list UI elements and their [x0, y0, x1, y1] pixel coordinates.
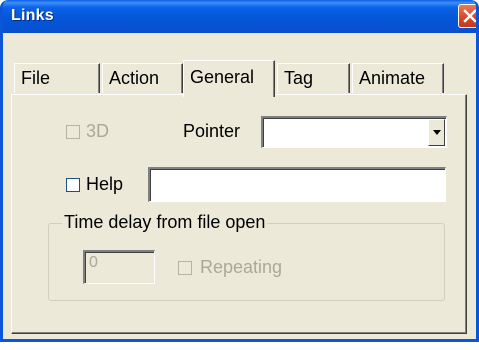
tab-animate[interactable]: Animate	[352, 63, 444, 93]
3d-checkbox[interactable]	[66, 125, 80, 139]
tab-tag[interactable]: Tag	[277, 63, 350, 93]
tab-action-label: Action	[109, 68, 160, 88]
repeating-checkbox[interactable]	[178, 261, 192, 275]
chevron-down-icon	[433, 130, 441, 135]
links-dialog: Links File Action General Tag Animate 3D…	[0, 0, 479, 342]
3d-label: 3D	[86, 121, 110, 141]
repeating-label: Repeating	[200, 257, 283, 277]
help-label: Help	[86, 174, 124, 194]
time-delay-group-label: Time delay from file open	[62, 212, 268, 233]
time-delay-field[interactable]: 0	[83, 250, 155, 284]
tab-general[interactable]: General	[183, 60, 275, 97]
time-delay-value: 0	[89, 254, 98, 271]
tab-action[interactable]: Action	[102, 63, 183, 93]
tab-file-label: File	[21, 68, 51, 88]
help-field[interactable]	[148, 167, 446, 202]
close-button[interactable]	[458, 4, 476, 28]
tab-file[interactable]: File	[14, 63, 100, 93]
close-icon	[463, 9, 476, 23]
title-bar: Links	[3, 0, 476, 33]
pointer-dropdown-button[interactable]	[428, 119, 445, 146]
window-title: Links	[11, 7, 54, 24]
tab-animate-label: Animate	[359, 68, 426, 88]
tab-tag-label: Tag	[284, 68, 314, 88]
pointer-label: Pointer	[183, 121, 241, 141]
help-checkbox[interactable]	[66, 178, 80, 192]
tab-general-label: General	[190, 67, 255, 87]
pointer-dropdown[interactable]	[261, 116, 447, 148]
